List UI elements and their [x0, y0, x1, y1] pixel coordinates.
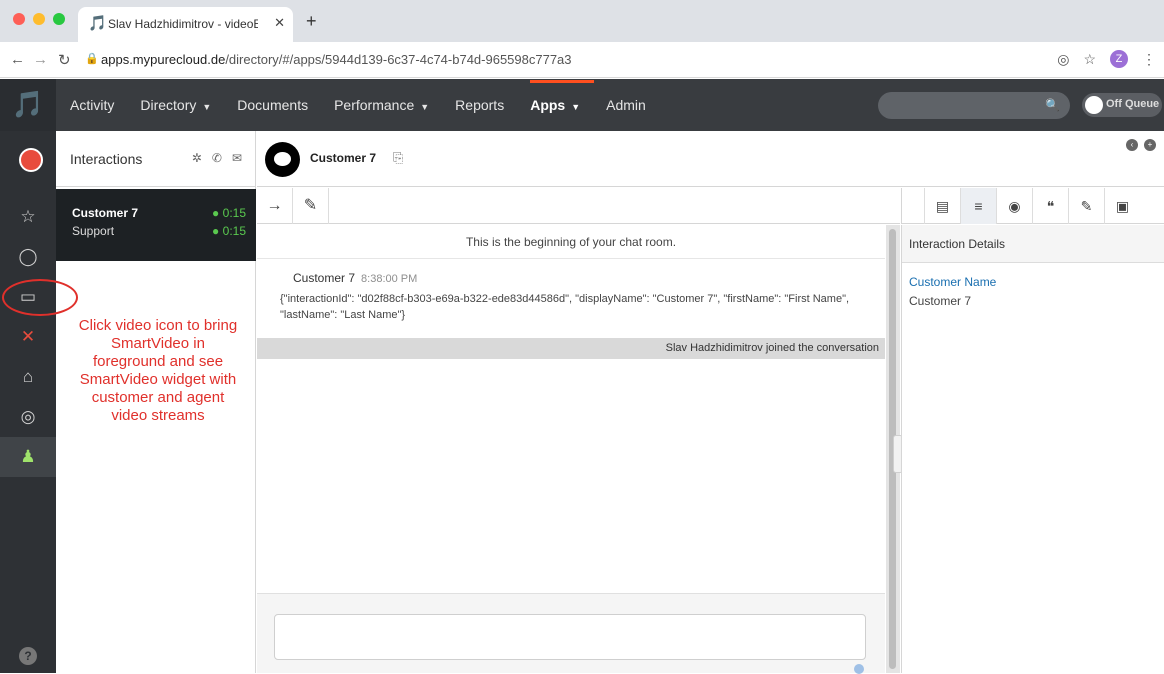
contact-icon[interactable]: ◉ — [996, 188, 1032, 224]
menu-apps[interactable]: Apps ▼ — [530, 80, 595, 113]
close-window-button[interactable] — [13, 13, 25, 25]
interaction-queue-name: Support — [72, 224, 115, 238]
forward-arrow-icon[interactable]: → — [33, 51, 48, 68]
settings-gear-icon[interactable]: ✲ — [192, 151, 202, 165]
message-input[interactable] — [274, 614, 866, 660]
back-arrow-icon[interactable]: ← — [10, 51, 25, 68]
interactions-title: Interactions — [70, 151, 143, 167]
profile-avatar[interactable]: Z — [1110, 50, 1128, 68]
address-bar-row: ← → ↻ 🔒 apps.mypurecloud.de/directory/#/… — [0, 42, 1164, 78]
script-icon[interactable]: ▤ — [924, 188, 960, 224]
queue-toggle[interactable]: Off Queue — [1082, 93, 1162, 117]
message-body: {"interactionId": "d02f88cf-b303-e69a-b3… — [280, 293, 850, 321]
tab-title: Slav Hadzhidimitrov - videoEng — [108, 17, 258, 31]
system-event-joined: Slav Hadzhidimitrov joined the conversat… — [257, 338, 885, 359]
app-top-nav: 🎵 Activity Directory ▼ Documents Performa… — [0, 79, 1164, 131]
compose-area — [257, 593, 885, 674]
details-toolbar: ▤ ≡ ◉ ❝ ✎ ▣ — [901, 188, 1164, 224]
help-ring-icon[interactable]: ◎ — [0, 397, 56, 437]
disconnect-icon[interactable]: ✎ — [293, 188, 329, 224]
transfer-arrow-icon[interactable]: → — [257, 188, 293, 224]
chevron-down-icon: ▼ — [571, 102, 581, 112]
quote-icon[interactable]: ❝ — [1032, 188, 1068, 224]
menu-reports[interactable]: Reports — [455, 97, 504, 113]
user-avatar[interactable] — [19, 148, 43, 172]
customer-name-label: Customer Name — [909, 275, 997, 289]
annotation-circle — [2, 279, 78, 316]
menu-directory[interactable]: Directory ▼ — [140, 97, 211, 113]
close-tab-icon[interactable]: ✕ — [274, 15, 285, 31]
phone-icon[interactable]: ✆ — [212, 151, 222, 165]
menu-performance[interactable]: Performance ▼ — [334, 97, 429, 113]
panel-controls: ‹ + — [1126, 139, 1156, 151]
interaction-customer-name: Customer 7 — [72, 206, 139, 220]
queue-status-label: Off Queue — [1106, 98, 1160, 110]
interaction-details-panel: Interaction Details Customer Name Custom… — [901, 225, 1164, 673]
wrapup-clipboard-icon[interactable]: ▣ — [1104, 188, 1140, 224]
conversation-header: Customer 7 ⎘ ‹ + — [257, 131, 1164, 187]
search-icon: 🔍 — [1045, 98, 1060, 112]
favorites-star-icon[interactable]: ☆ — [0, 197, 56, 237]
chevron-down-icon: ▼ — [202, 102, 212, 112]
genesys-logo-icon[interactable]: 🎵 — [0, 79, 56, 131]
help-icon[interactable]: ? — [19, 647, 37, 665]
new-tab-button[interactable]: + — [306, 11, 317, 32]
genesys-favicon-icon: 🎵 — [88, 15, 107, 32]
bookmark-star-icon[interactable]: ☆ — [1083, 51, 1096, 68]
copy-icon[interactable]: ⎘ — [393, 150, 403, 166]
chat-avatar-icon — [265, 142, 300, 177]
reload-icon[interactable]: ↻ — [58, 51, 71, 69]
interaction-timer: ● 0:15 — [212, 206, 246, 220]
interaction-details-icon[interactable]: ≡ — [960, 188, 996, 224]
menu-documents[interactable]: Documents — [237, 97, 308, 113]
interaction-timer: ● 0:15 — [212, 224, 246, 238]
maximize-window-button[interactable] — [53, 13, 65, 25]
chat-start-notice: This is the beginning of your chat room. — [257, 225, 885, 259]
email-icon[interactable]: ✉ — [232, 151, 242, 165]
conversation-title: Customer 7 — [310, 151, 377, 165]
url-text: apps.mypurecloud.de/directory/#/apps/594… — [101, 52, 572, 67]
browser-tab[interactable]: 🎵 Slav Hadzhidimitrov - videoEng ✕ — [78, 7, 293, 42]
agent-status-icon[interactable]: ♟ — [0, 437, 56, 477]
interactions-tools: ✲ ✆ ✉ — [192, 151, 242, 165]
left-sidebar-rail: ☆ ◯ ▭ ✕ ⌂ ◎ ♟ ? — [0, 131, 56, 673]
annotation-text: Click video icon to bring SmartVideo in … — [78, 317, 238, 424]
toggle-knob — [1085, 96, 1103, 114]
customer-name-value: Customer 7 — [909, 294, 972, 308]
chat-transcript: This is the beginning of your chat room.… — [257, 225, 885, 674]
chat-toolbar: → ✎ — [257, 188, 900, 224]
collapse-icon[interactable]: ‹ — [1126, 139, 1138, 151]
inbox-icon[interactable]: ⌂ — [0, 357, 56, 397]
more-menu-icon[interactable]: ⋮ — [1142, 51, 1156, 68]
menu-activity[interactable]: Activity — [70, 97, 114, 113]
minimize-window-button[interactable] — [33, 13, 45, 25]
interaction-list-item[interactable]: Customer 7 Support ● 0:15 ● 0:15 — [56, 189, 256, 261]
details-title: Interaction Details — [902, 225, 1164, 263]
phone-off-icon[interactable]: ✕ — [0, 317, 56, 357]
search-input[interactable]: 🔍 — [878, 92, 1070, 119]
message-author: Customer 7 8:38:00 PM — [293, 271, 418, 285]
expand-icon[interactable]: + — [1144, 139, 1156, 151]
message-timestamp: 8:38:00 PM — [361, 273, 418, 285]
notes-edit-icon[interactable]: ✎ — [1068, 188, 1104, 224]
browser-tab-bar: 🎵 Slav Hadzhidimitrov - videoEng ✕ + — [0, 0, 1164, 42]
browser-actions: ◎ ☆ Z ⋮ — [1057, 50, 1156, 68]
chevron-down-icon: ▼ — [420, 102, 430, 112]
menu-admin[interactable]: Admin — [606, 97, 646, 113]
lock-icon: 🔒 — [85, 53, 99, 65]
chat-bubble-icon[interactable]: ◯ — [0, 237, 56, 277]
url-field[interactable]: 🔒 apps.mypurecloud.de/directory/#/apps/5… — [85, 46, 1020, 74]
location-icon[interactable]: ◎ — [1057, 51, 1069, 68]
main-menu: Activity Directory ▼ Documents Performanc… — [70, 79, 672, 131]
interactions-header: Interactions ✲ ✆ ✉ — [56, 131, 256, 187]
